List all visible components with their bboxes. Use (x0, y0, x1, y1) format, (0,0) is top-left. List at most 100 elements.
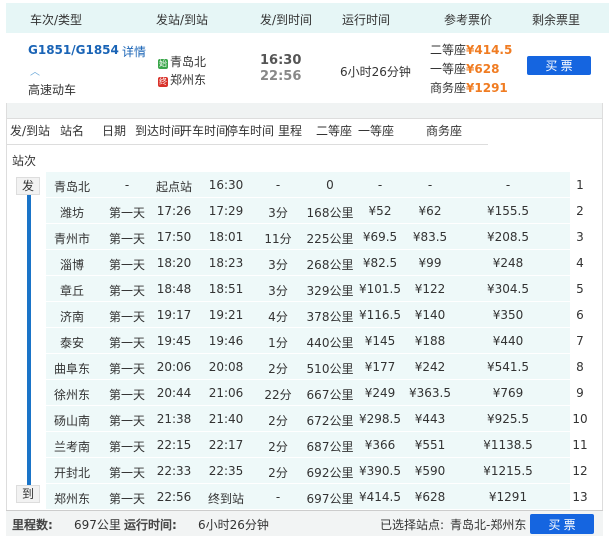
cell-index: 2 (576, 204, 584, 218)
cell-business: ¥248 (492, 256, 524, 270)
price-business: 商务座¥1291 (430, 81, 508, 95)
cell-business: ¥208.5 (487, 230, 529, 244)
cell-date: 第一天 (108, 466, 146, 480)
stop-row[interactable]: 青州市 第一天 17:50 18:01 11分 225公里 ¥69.5 ¥83.5 ¥208.5… (46, 224, 584, 250)
cell-arrive: 17:50 (156, 230, 192, 244)
cell-station: 淄博 (59, 258, 85, 272)
cell-business: ¥155.5 (487, 204, 529, 218)
cell-mileage: 510公里 (306, 362, 354, 376)
col-train: 车次/类型 (30, 13, 83, 27)
h-date: 日期 (102, 124, 127, 138)
cell-second: ¥177 (364, 360, 396, 374)
cell-business: ¥350 (492, 308, 524, 322)
h-index: 站次 (12, 154, 37, 168)
cell-station: 曲阜东 (53, 362, 91, 376)
train-type: 高速动车 (28, 83, 77, 97)
cell-index: 5 (576, 282, 584, 296)
stop-row[interactable]: 兰考南 第一天 22:15 22:17 2分 687公里 ¥366 ¥551 ¥1138.5 11 (46, 432, 588, 458)
cell-business: ¥541.5 (487, 360, 529, 374)
cell-first: ¥188 (414, 334, 446, 348)
cell-second: ¥414.5 (359, 490, 401, 504)
cell-stop: - (275, 178, 281, 192)
stop-row[interactable]: 开封北 第一天 22:33 22:35 2分 692公里 ¥390.5 ¥590 ¥1215.5… (46, 458, 588, 484)
cell-date: 第一天 (108, 440, 146, 454)
cell-business: ¥304.5 (487, 282, 529, 296)
footer-buy-button[interactable]: 买 票 (530, 514, 594, 534)
price-second: 二等座¥414.5 (430, 43, 513, 57)
train-number[interactable]: G1851/G1854 (28, 43, 119, 57)
cell-business: ¥769 (492, 386, 524, 400)
cell-first: ¥99 (418, 256, 442, 270)
cell-first: ¥590 (414, 464, 446, 478)
cell-stop: 3分 (268, 284, 288, 298)
cell-stop: 2分 (268, 466, 288, 480)
cell-second: ¥298.5 (359, 412, 401, 426)
cell-station: 章丘 (59, 284, 85, 298)
cell-business: ¥440 (492, 334, 524, 348)
cell-first: - (427, 178, 433, 192)
h-role: 发/到站 (10, 124, 51, 138)
cell-first: ¥551 (414, 438, 446, 452)
cell-stop: 3分 (268, 206, 288, 220)
cell-second: ¥249 (364, 386, 396, 400)
chevron-up-icon[interactable]: ︿ (30, 63, 40, 78)
cell-station: 砀山南 (53, 414, 91, 428)
cell-second: ¥145 (364, 334, 396, 348)
end-tag: 到 (16, 485, 40, 503)
cell-date: 第一天 (108, 362, 146, 376)
h-station: 站名 (60, 124, 85, 138)
stop-row[interactable]: 淄博 第一天 18:20 18:23 3分 268公里 ¥82.5 ¥99 ¥248 4 (46, 250, 584, 276)
cell-mileage: 168公里 (306, 206, 354, 220)
stop-row[interactable]: 章丘 第一天 18:48 18:51 3分 329公里 ¥101.5 ¥122 ¥304.5 5 (46, 276, 584, 302)
cell-business: ¥925.5 (487, 412, 529, 426)
stop-row[interactable]: 泰安 第一天 19:45 19:46 1分 440公里 ¥145 ¥188 ¥440 7 (46, 328, 584, 354)
cell-first: ¥628 (414, 490, 446, 504)
buy-button[interactable]: 买 票 (527, 56, 591, 75)
cell-station: 徐州东 (53, 388, 91, 402)
col-price: 参考票价 (444, 13, 493, 27)
cell-second: ¥366 (364, 438, 396, 452)
stop-row[interactable]: 青岛北 - 起点站 16:30 - 0 - - - 1 (46, 172, 584, 198)
col-stations: 发站/到站 (156, 13, 209, 27)
cell-depart: 17:29 (208, 204, 244, 218)
h-depart: 开车时间 (180, 124, 229, 138)
stop-row[interactable]: 济南 第一天 19:17 19:21 4分 378公里 ¥116.5 ¥140 ¥350 6 (46, 302, 584, 328)
cell-mileage: 440公里 (306, 336, 354, 350)
h-mileage: 里程 (278, 124, 303, 138)
cell-stop: 2分 (268, 362, 288, 376)
cell-depart: 19:46 (208, 334, 244, 348)
stop-row[interactable]: 曲阜东 第一天 20:06 20:08 2分 510公里 ¥177 ¥242 ¥541.5 8 (46, 354, 584, 380)
stop-row[interactable]: 潍坊 第一天 17:26 17:29 3分 168公里 ¥52 ¥62 ¥155.5 2 (46, 198, 584, 224)
cell-date: 第一天 (108, 232, 146, 246)
col-duration: 运行时间 (342, 13, 391, 27)
detail-link[interactable]: 详情 (122, 43, 146, 60)
cell-first: ¥122 (414, 282, 446, 296)
cell-date: 第一天 (108, 284, 146, 298)
from-station: 始青岛北 (158, 55, 207, 69)
cell-mileage: 667公里 (306, 388, 354, 402)
h-business: 商务座 (426, 124, 463, 138)
stop-row[interactable]: 砀山南 第一天 21:38 21:40 2分 672公里 ¥298.5 ¥443 ¥925.5 1… (46, 406, 588, 432)
cell-station: 开封北 (53, 466, 91, 480)
time-label: 运行时间: (124, 518, 177, 532)
col-remaining: 剩余票里 (532, 13, 581, 27)
cell-index: 9 (576, 386, 584, 400)
cell-depart: 18:23 (208, 256, 244, 270)
cell-depart: 18:51 (208, 282, 244, 296)
stop-row[interactable]: 徐州东 第一天 20:44 21:06 22分 667公里 ¥249 ¥363.5 ¥769 9 (46, 380, 584, 406)
cell-index: 4 (576, 256, 584, 270)
h-first: 一等座 (358, 124, 395, 138)
cell-date: 第一天 (108, 414, 146, 428)
cell-arrive: 19:45 (156, 334, 192, 348)
cell-arrive: 18:48 (156, 282, 192, 296)
cell-stop: 4分 (268, 310, 288, 324)
cell-stop: 2分 (268, 414, 288, 428)
stop-row[interactable]: 郑州东 第一天 22:56 终到站 - 697公里 ¥414.5 ¥628 ¥1291 13 (46, 484, 588, 510)
cell-depart: 20:08 (208, 360, 244, 374)
cell-business: ¥1215.5 (483, 464, 533, 478)
cell-index: 13 (572, 490, 588, 504)
duration: 6小时26分钟 (340, 65, 411, 79)
cell-index: 10 (572, 412, 588, 426)
cell-second: ¥52 (368, 204, 392, 218)
cell-arrive: 19:17 (156, 308, 192, 322)
